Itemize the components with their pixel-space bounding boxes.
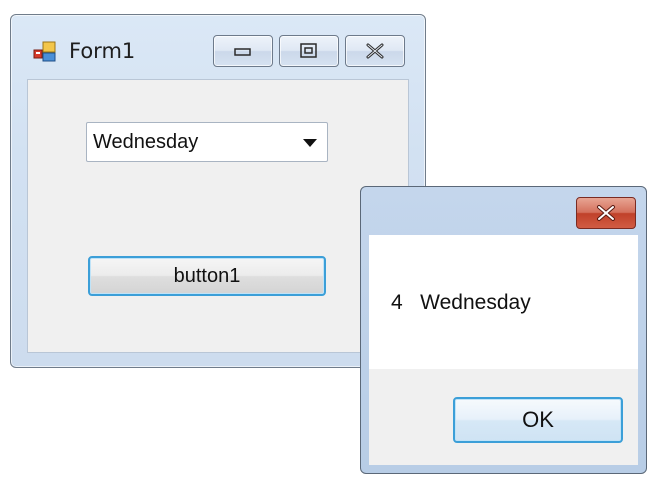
message-text: 4 Wednesday bbox=[391, 291, 531, 314]
message-box-footer: OK bbox=[369, 369, 638, 465]
chevron-down-icon[interactable] bbox=[303, 139, 317, 147]
form1-client-area: Wednesday button1 bbox=[27, 79, 409, 353]
message-box-body: 4 Wednesday bbox=[369, 235, 638, 369]
message-box-close-button[interactable] bbox=[576, 197, 636, 229]
close-button[interactable] bbox=[345, 35, 405, 67]
ok-button[interactable]: OK bbox=[453, 397, 623, 443]
close-icon bbox=[366, 43, 384, 59]
minimize-icon bbox=[234, 48, 251, 56]
minimize-button[interactable] bbox=[213, 35, 273, 67]
maximize-button[interactable] bbox=[279, 35, 339, 67]
message-box-titlebar[interactable] bbox=[361, 187, 646, 235]
day-combobox[interactable]: Wednesday bbox=[86, 122, 328, 162]
message-box: 4 Wednesday OK bbox=[360, 186, 647, 474]
combobox-selected-value: Wednesday bbox=[93, 131, 199, 153]
window-title: Form1 bbox=[69, 39, 136, 63]
app-icon bbox=[33, 41, 57, 63]
close-icon bbox=[597, 205, 615, 221]
button1[interactable]: button1 bbox=[88, 256, 326, 296]
form1-titlebar[interactable]: Form1 bbox=[11, 15, 425, 79]
maximize-icon bbox=[300, 43, 317, 58]
